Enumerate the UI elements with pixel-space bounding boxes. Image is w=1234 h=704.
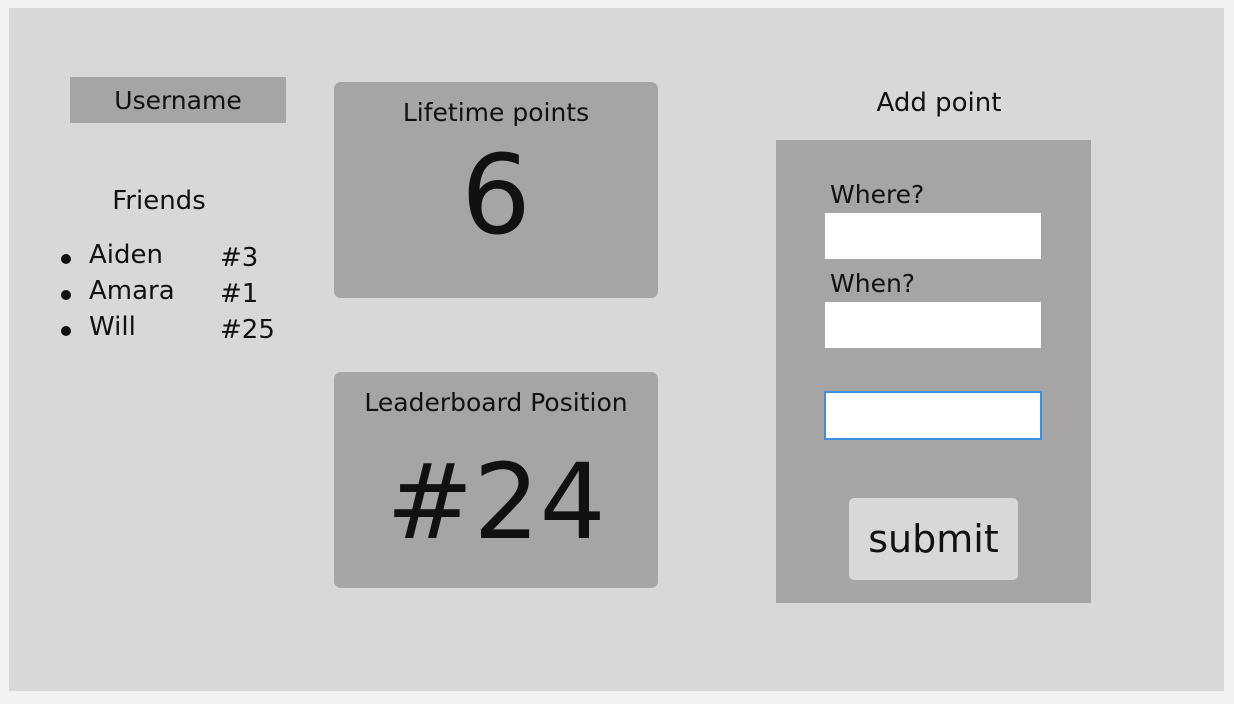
friend-rank: #1 xyxy=(220,279,259,309)
when-label: When? xyxy=(830,269,916,298)
bullet-icon xyxy=(61,326,71,336)
when-input[interactable] xyxy=(825,302,1041,348)
friend-item-will[interactable]: Will #25 xyxy=(57,312,297,348)
friend-item-aiden[interactable]: Aiden #3 xyxy=(57,240,297,276)
friends-heading: Friends xyxy=(112,186,206,216)
friend-name: Will xyxy=(89,312,136,342)
leaderboard-position-title: Leaderboard Position xyxy=(364,388,628,417)
submit-button[interactable]: submit xyxy=(849,498,1018,580)
app-canvas: Username Friends Aiden #3 Amara #1 Will … xyxy=(9,8,1224,691)
lifetime-points-card: Lifetime points 6 xyxy=(334,82,658,298)
leaderboard-position-value: #24 xyxy=(386,441,606,563)
where-label: Where? xyxy=(830,180,925,209)
friends-list: Aiden #3 Amara #1 Will #25 xyxy=(57,240,297,348)
leaderboard-position-card: Leaderboard Position #24 xyxy=(334,372,658,588)
third-input[interactable] xyxy=(824,391,1042,440)
where-input[interactable] xyxy=(825,213,1041,259)
friend-name: Aiden xyxy=(89,240,163,270)
add-point-form: Where? When? submit xyxy=(776,140,1091,603)
friend-rank: #3 xyxy=(220,243,259,273)
bullet-icon xyxy=(61,254,71,264)
bullet-icon xyxy=(61,290,71,300)
friend-item-amara[interactable]: Amara #1 xyxy=(57,276,297,312)
lifetime-points-value: 6 xyxy=(461,131,531,259)
friend-rank: #25 xyxy=(220,315,275,345)
friend-name: Amara xyxy=(89,276,175,306)
add-point-heading: Add point xyxy=(876,88,1002,118)
username-button[interactable]: Username xyxy=(70,77,286,123)
lifetime-points-title: Lifetime points xyxy=(402,98,590,127)
